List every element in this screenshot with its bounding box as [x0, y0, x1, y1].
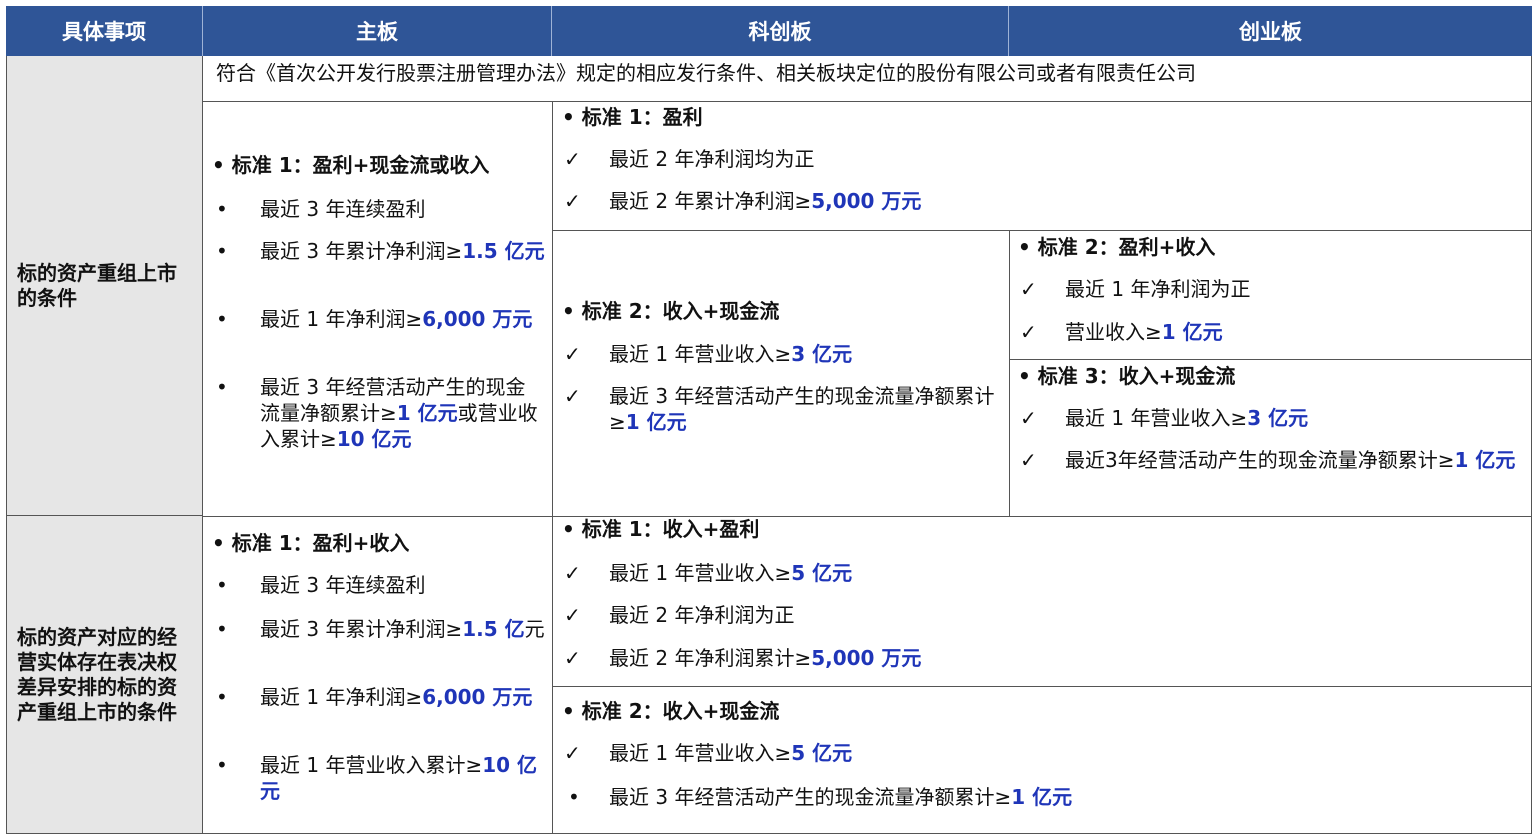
header-star-market: 科创板	[552, 6, 1009, 56]
bullet-icon: •	[568, 785, 580, 809]
check-icon: ✓	[564, 189, 581, 213]
row2-main-item4-text: 最近 1 年营业收入累计≥	[260, 753, 483, 777]
row1-main-item2-value: 1.5 亿元	[462, 239, 545, 263]
row1-gem-std3-item1: 最近 1 年营业收入≥3 亿元	[1065, 405, 1308, 431]
check-icon: ✓	[564, 342, 581, 366]
row2-std2-item2-text: 最近 3 年经营活动产生的现金流量净额累计≥	[609, 785, 1012, 809]
row1-main-title: • 标准 1：盈利+现金流或收入	[212, 153, 490, 177]
row2-std1-item1-value: 5 亿元	[791, 561, 853, 585]
row2-main-item2-value: 1.5 亿	[462, 617, 525, 641]
row1-main-item2: 最近 3 年累计净利润≥1.5 亿元	[260, 238, 545, 264]
row1-main-item4-value: 1 亿元	[396, 401, 458, 425]
row1-gem-std3-item1-text: 最近 1 年营业收入≥	[1065, 406, 1248, 430]
row2-std2-item2: 最近 3 年经营活动产生的现金流量净额累计≥1 亿元	[609, 784, 1072, 810]
header-gem: 创业板	[1009, 6, 1532, 56]
row2-std1-title: • 标准 1：收入+盈利	[562, 517, 760, 541]
row1-main-item3: 最近 1 年净利润≥6,000 万元	[260, 306, 545, 332]
row1-gem-std2-item2-text: 营业收入≥	[1065, 320, 1162, 344]
row1-std1-item1: 最近 2 年净利润均为正	[609, 147, 815, 171]
row1-star-std2-item1-text: 最近 1 年营业收入≥	[609, 342, 792, 366]
row1-gem-std3-item2-value: 1 亿元	[1454, 448, 1516, 472]
row1-gem-std3-item2: 最近3年经营活动产生的现金流量净额累计≥1 亿元	[1065, 447, 1525, 473]
row2-main-title: • 标准 1：盈利+收入	[212, 531, 410, 555]
row1-star-std2-item2: 最近 3 年经营活动产生的现金流量净额累计≥1 亿元	[609, 383, 1004, 435]
row1-star-std2-item2-value: 1 亿元	[625, 410, 687, 434]
bullet-icon: •	[216, 617, 228, 641]
row1-gem-std3-item2-text: 最近3年经营活动产生的现金流量净额累计≥	[1065, 448, 1455, 472]
check-icon: ✓	[1020, 320, 1037, 344]
row2-main-item1: 最近 3 年连续盈利	[260, 573, 426, 597]
bullet-icon: •	[216, 197, 228, 221]
conditions-table: 具体事项 主板 科创板 创业板 标的资产重组上市的条件 标的资产对应的经营实体存…	[6, 6, 1532, 834]
check-icon: ✓	[564, 147, 581, 171]
bullet-icon: •	[216, 375, 228, 399]
row1-std1-item2-text: 最近 2 年累计净利润≥	[609, 189, 812, 213]
row2-std2-item1-text: 最近 1 年营业收入≥	[609, 741, 792, 765]
row2-std1-item3: 最近 2 年净利润累计≥5,000 万元	[609, 645, 921, 671]
row1-star-std2-item1-value: 3 亿元	[791, 342, 853, 366]
row1-star-std2-item1: 最近 1 年营业收入≥3 亿元	[609, 341, 852, 367]
row1-std1-item2-value: 5,000 万元	[811, 189, 922, 213]
row1-label-text: 标的资产重组上市的条件	[17, 260, 177, 310]
row1-label: 标的资产重组上市的条件	[6, 56, 203, 516]
check-icon: ✓	[1020, 448, 1037, 472]
row2-std2-item2-value: 1 亿元	[1011, 785, 1073, 809]
row2-main-item3-value: 6,000 万元	[422, 685, 533, 709]
row2-label-text: 标的资产对应的经营实体存在表决权差异安排的标的资产重组上市的条件	[17, 624, 177, 724]
header-item: 具体事项	[6, 6, 203, 56]
row1-gem-std2-item2-value: 1 亿元	[1161, 320, 1223, 344]
row2-main-item2-text: 最近 3 年累计净利润≥	[260, 617, 463, 641]
bullet-icon: •	[216, 573, 228, 597]
row1-main-item2-text: 最近 3 年累计净利润≥	[260, 239, 463, 263]
bullet-icon: •	[216, 239, 228, 263]
row1-std1-title: • 标准 1：盈利	[562, 105, 703, 129]
row2-main-item2: 最近 3 年累计净利润≥1.5 亿元	[260, 616, 545, 642]
row1-star-std2-title: • 标准 2：收入+现金流	[562, 299, 780, 323]
row2-std1-item1: 最近 1 年营业收入≥5 亿元	[609, 560, 852, 586]
check-icon: ✓	[564, 741, 581, 765]
check-icon: ✓	[564, 384, 581, 408]
row1-std1-item2: 最近 2 年累计净利润≥5,000 万元	[609, 188, 921, 214]
row2-label: 标的资产对应的经营实体存在表决权差异安排的标的资产重组上市的条件	[6, 516, 203, 834]
check-icon: ✓	[564, 646, 581, 670]
row1-gem-std2-item1: 最近 1 年净利润为正	[1065, 277, 1251, 301]
row2-std1-item3-value: 5,000 万元	[811, 646, 922, 670]
row2-main-item4: 最近 1 年营业收入累计≥10 亿元	[260, 752, 545, 804]
check-icon: ✓	[1020, 277, 1037, 301]
row1-gem-std3-item1-value: 3 亿元	[1247, 406, 1309, 430]
row2-std1-item1-text: 最近 1 年营业收入≥	[609, 561, 792, 585]
row1-main-item4-value2: 10 亿元	[336, 427, 412, 451]
row2-std1-item2: 最近 2 年净利润为正	[609, 603, 795, 627]
row2-std2-item1-value: 5 亿元	[791, 741, 853, 765]
header-main-board: 主板	[203, 6, 552, 56]
row2-main-item2-unit: 元	[524, 617, 545, 641]
row1-main-item4: 最近 3 年经营活动产生的现金流量净额累计≥1 亿元或营业收入累计≥10 亿元	[260, 374, 545, 452]
row2-std2-item1: 最近 1 年营业收入≥5 亿元	[609, 740, 852, 766]
row2-main-item3-text: 最近 1 年净利润≥	[260, 685, 423, 709]
bullet-icon: •	[216, 307, 228, 331]
check-icon: ✓	[564, 603, 581, 627]
bullet-icon: •	[216, 685, 228, 709]
check-icon: ✓	[1020, 406, 1037, 430]
row2-std2-title: • 标准 2：收入+现金流	[562, 699, 780, 723]
check-icon: ✓	[564, 561, 581, 585]
row1-gem-std3-title: • 标准 3：收入+现金流	[1018, 364, 1236, 388]
row1-gem-std2-title: • 标准 2：盈利+收入	[1018, 235, 1216, 259]
row1-main-item3-value: 6,000 万元	[422, 307, 533, 331]
row2-main-item3: 最近 1 年净利润≥6,000 万元	[260, 684, 545, 710]
bullet-icon: •	[216, 753, 228, 777]
row1-main-item3-text: 最近 1 年净利润≥	[260, 307, 423, 331]
row1-banner: 符合《首次公开发行股票注册管理办法》规定的相应发行条件、相关板块定位的股份有限公…	[216, 61, 1196, 85]
row2-std1-item3-text: 最近 2 年净利润累计≥	[609, 646, 812, 670]
row1-gem-std2-item2: 营业收入≥1 亿元	[1065, 319, 1223, 345]
row1-main-item1: 最近 3 年连续盈利	[260, 197, 426, 221]
